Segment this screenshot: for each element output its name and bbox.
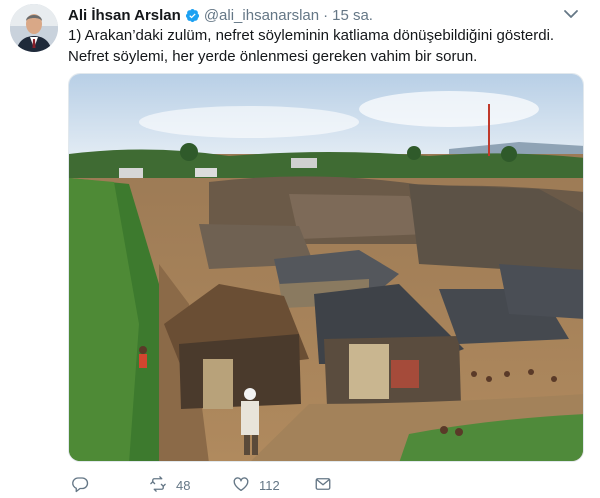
verified-badge-icon: [185, 8, 200, 23]
reply-button[interactable]: [71, 474, 89, 496]
separator-dot: ·: [323, 6, 329, 24]
retweet-count: 48: [176, 477, 191, 493]
tweet-header: Ali İhsan Arslan @ali_ihsanarslan · 15 s…: [68, 5, 580, 25]
avatar-image: [10, 4, 58, 52]
avatar[interactable]: [10, 4, 58, 52]
reply-icon: [71, 475, 89, 496]
like-count: 112: [259, 477, 280, 493]
tweet-text: 1) Arakan’daki zulüm, nefret söyleminin …: [68, 27, 555, 65]
tweet-photo[interactable]: [68, 73, 584, 462]
retweet-button[interactable]: 48: [149, 474, 190, 496]
retweet-icon: [149, 475, 167, 496]
refugee-camp-photo: [69, 74, 583, 461]
envelope-icon: [314, 475, 332, 496]
timestamp[interactable]: 15 sa.: [332, 7, 373, 24]
like-button[interactable]: 112: [232, 474, 280, 496]
tweet: Ali İhsan Arslan @ali_ihsanarslan · 15 s…: [0, 0, 600, 498]
chevron-down-icon[interactable]: [562, 5, 580, 23]
author-handle[interactable]: @ali_ihsanarslan: [204, 7, 319, 24]
author-name[interactable]: Ali İhsan Arslan: [68, 7, 181, 24]
direct-message-button[interactable]: [314, 474, 332, 496]
tweet-actions: 48 112: [68, 474, 468, 496]
heart-icon: [232, 475, 250, 496]
